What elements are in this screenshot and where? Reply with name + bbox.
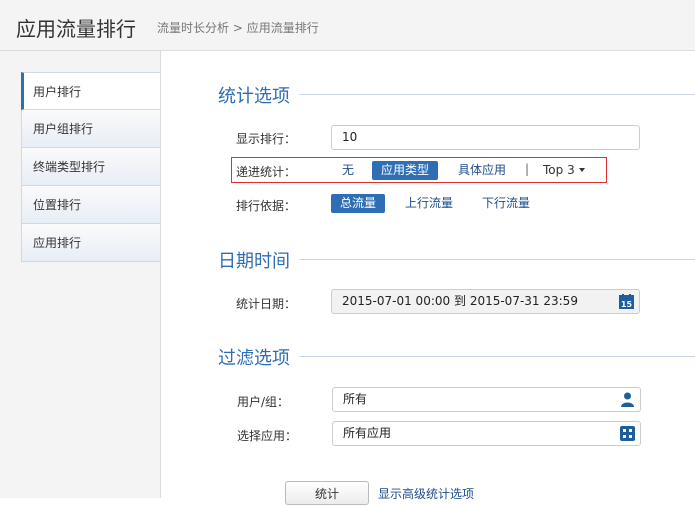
- basis-option-download[interactable]: 下行流量: [473, 194, 539, 213]
- section-title-stats: 统计选项: [218, 86, 290, 107]
- user-icon[interactable]: [620, 392, 635, 407]
- top-n-dropdown[interactable]: Top 3: [534, 161, 594, 180]
- section-title-filter: 过滤选项: [218, 348, 290, 369]
- sidebar: 用户排行 用户组排行 终端类型排行 位置排行 应用排行: [0, 51, 161, 498]
- drill-option-none[interactable]: 无: [333, 161, 363, 180]
- date-range-input[interactable]: 2015-07-01 00:00 到 2015-07-31 23:59 15: [331, 289, 640, 314]
- breadcrumb-separator: >: [232, 21, 243, 35]
- chevron-down-icon: [578, 167, 585, 172]
- display-rank-input[interactable]: 10: [331, 125, 640, 150]
- section-divider: [299, 94, 695, 95]
- sidebar-nav: 用户排行 用户组排行 终端类型排行 位置排行 应用排行: [21, 72, 160, 262]
- drill-label: 递进统计：: [236, 165, 297, 179]
- user-group-input[interactable]: 所有: [332, 387, 641, 412]
- app-select-value: 所有应用: [343, 426, 392, 440]
- date-to: 到: [453, 294, 466, 308]
- sidebar-item-location-rank[interactable]: 位置排行: [21, 186, 160, 224]
- date-end: 2015-07-31 23:59: [469, 294, 578, 308]
- submit-button[interactable]: 统计: [285, 481, 369, 505]
- calendar-day: 15: [621, 300, 633, 309]
- advanced-options-link[interactable]: 显示高级统计选项: [378, 485, 474, 502]
- basis-option-upload[interactable]: 上行流量: [396, 194, 462, 213]
- sidebar-item-user-rank[interactable]: 用户排行: [21, 72, 160, 110]
- page-header: 应用流量排行 流量时长分析 > 应用流量排行: [0, 0, 695, 51]
- breadcrumb-item-current: 应用流量排行: [246, 21, 319, 35]
- section-divider: [299, 259, 695, 260]
- user-group-value: 所有: [343, 392, 368, 406]
- basis-label: 排行依据：: [236, 199, 297, 213]
- main-content: 统计选项 显示排行： 10 递进统计： 无 应用类型 具体应用 | Top 3 …: [161, 51, 695, 505]
- section-title-date: 日期时间: [218, 251, 290, 272]
- drill-option-app-type[interactable]: 应用类型: [372, 161, 439, 180]
- basis-option-total[interactable]: 总流量: [331, 194, 386, 213]
- grid-icon[interactable]: [620, 426, 635, 441]
- section-divider: [299, 356, 695, 357]
- top-n-value: Top 3: [543, 163, 575, 177]
- drill-separator: |: [525, 162, 530, 176]
- sidebar-item-terminal-rank[interactable]: 终端类型排行: [21, 148, 160, 186]
- display-rank-label: 显示排行：: [236, 132, 297, 146]
- sidebar-item-group-rank[interactable]: 用户组排行: [21, 110, 160, 148]
- date-label: 统计日期：: [236, 297, 297, 311]
- app-select-label: 选择应用：: [237, 429, 298, 443]
- user-group-label: 用户/组：: [237, 395, 290, 409]
- drill-option-app[interactable]: 具体应用: [449, 161, 515, 180]
- breadcrumb-item-analysis[interactable]: 流量时长分析: [157, 21, 229, 35]
- page-title: 应用流量排行: [16, 17, 136, 41]
- breadcrumb: 流量时长分析 > 应用流量排行: [157, 19, 319, 36]
- sidebar-item-app-rank[interactable]: 应用排行: [21, 224, 160, 262]
- date-start: 2015-07-01 00:00: [342, 294, 451, 308]
- calendar-icon[interactable]: 15: [619, 294, 634, 309]
- app-select-input[interactable]: 所有应用: [332, 421, 641, 446]
